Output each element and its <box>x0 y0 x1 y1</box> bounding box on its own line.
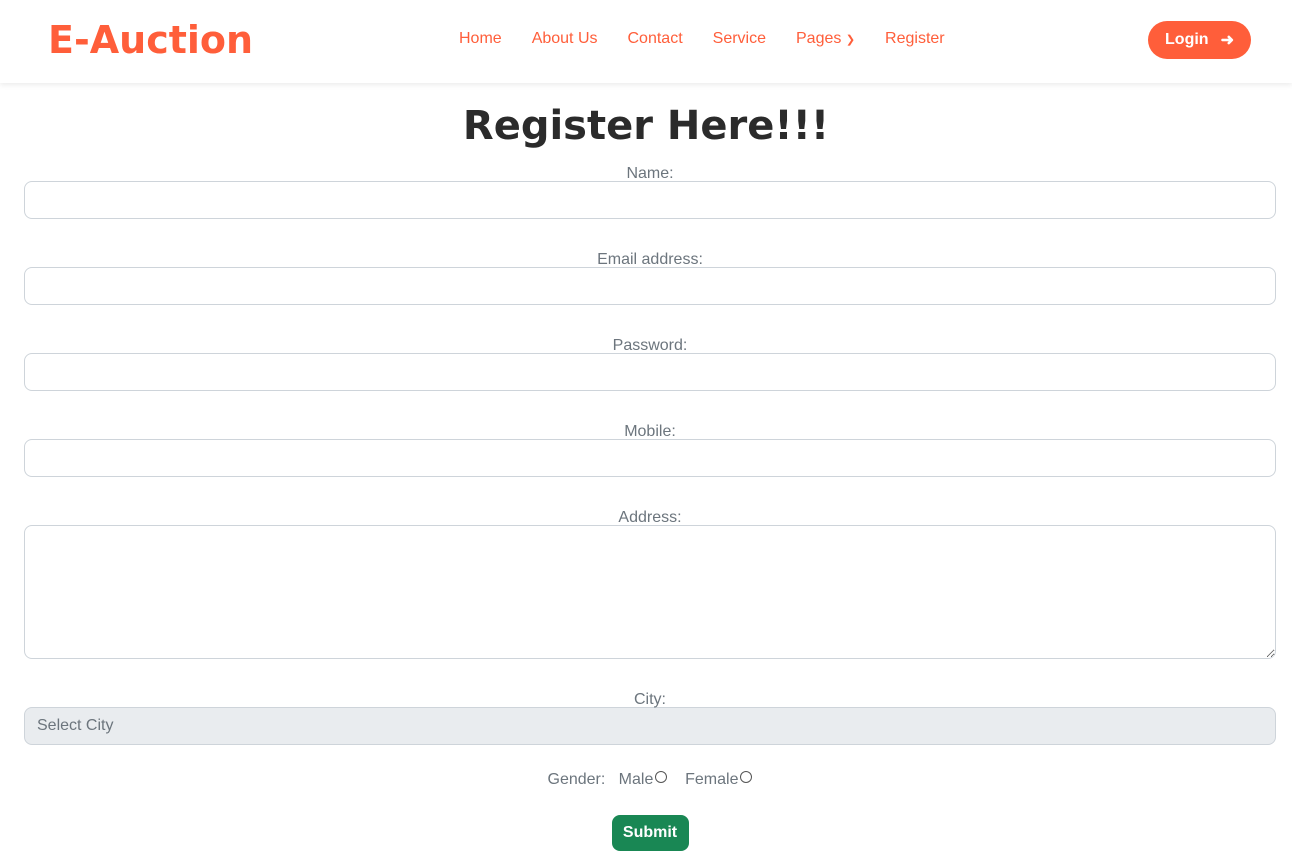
submit-button[interactable]: Submit <box>611 815 689 851</box>
nav-pages[interactable]: Pages ❯ <box>796 30 855 48</box>
mobile-label: Mobile: <box>624 423 676 440</box>
city-label: City: <box>634 691 666 708</box>
password-label: Password: <box>612 337 688 354</box>
brand-logo[interactable]: E-Auction <box>48 18 253 62</box>
address-textarea[interactable] <box>24 525 1276 659</box>
chevron-down-icon: ❯ <box>845 34 856 46</box>
password-input[interactable] <box>24 353 1276 391</box>
male-radio[interactable] <box>655 771 668 783</box>
login-label: Login <box>1165 31 1209 48</box>
email-input[interactable] <box>24 267 1276 305</box>
nav-links: Home About Us Contact Service Pages ❯ Re… <box>459 30 945 48</box>
nav-about[interactable]: About Us <box>532 30 598 48</box>
name-input[interactable] <box>24 181 1276 219</box>
female-label: Female <box>685 771 739 788</box>
arrow-right-icon: ➜ <box>1220 32 1234 49</box>
gender-group: Gender: Male Female <box>24 771 1276 789</box>
female-radio[interactable] <box>740 771 753 783</box>
male-label: Male <box>618 771 654 788</box>
nav-service[interactable]: Service <box>713 30 766 48</box>
nav-contact[interactable]: Contact <box>628 30 683 48</box>
navbar: E-Auction Home About Us Contact Service … <box>0 0 1292 83</box>
login-button[interactable]: Login ➜ <box>1148 21 1251 59</box>
nav-register[interactable]: Register <box>885 30 945 48</box>
address-label: Address: <box>618 509 682 526</box>
gender-label: Gender: <box>547 771 606 788</box>
name-label: Name: <box>626 165 674 182</box>
nav-pages-label: Pages <box>796 30 842 47</box>
page-title: Register Here!!! <box>462 103 830 149</box>
email-label: Email address: <box>597 251 703 268</box>
city-select[interactable]: Select City <box>24 707 1276 745</box>
nav-home[interactable]: Home <box>459 30 502 48</box>
mobile-input[interactable] <box>24 439 1276 477</box>
